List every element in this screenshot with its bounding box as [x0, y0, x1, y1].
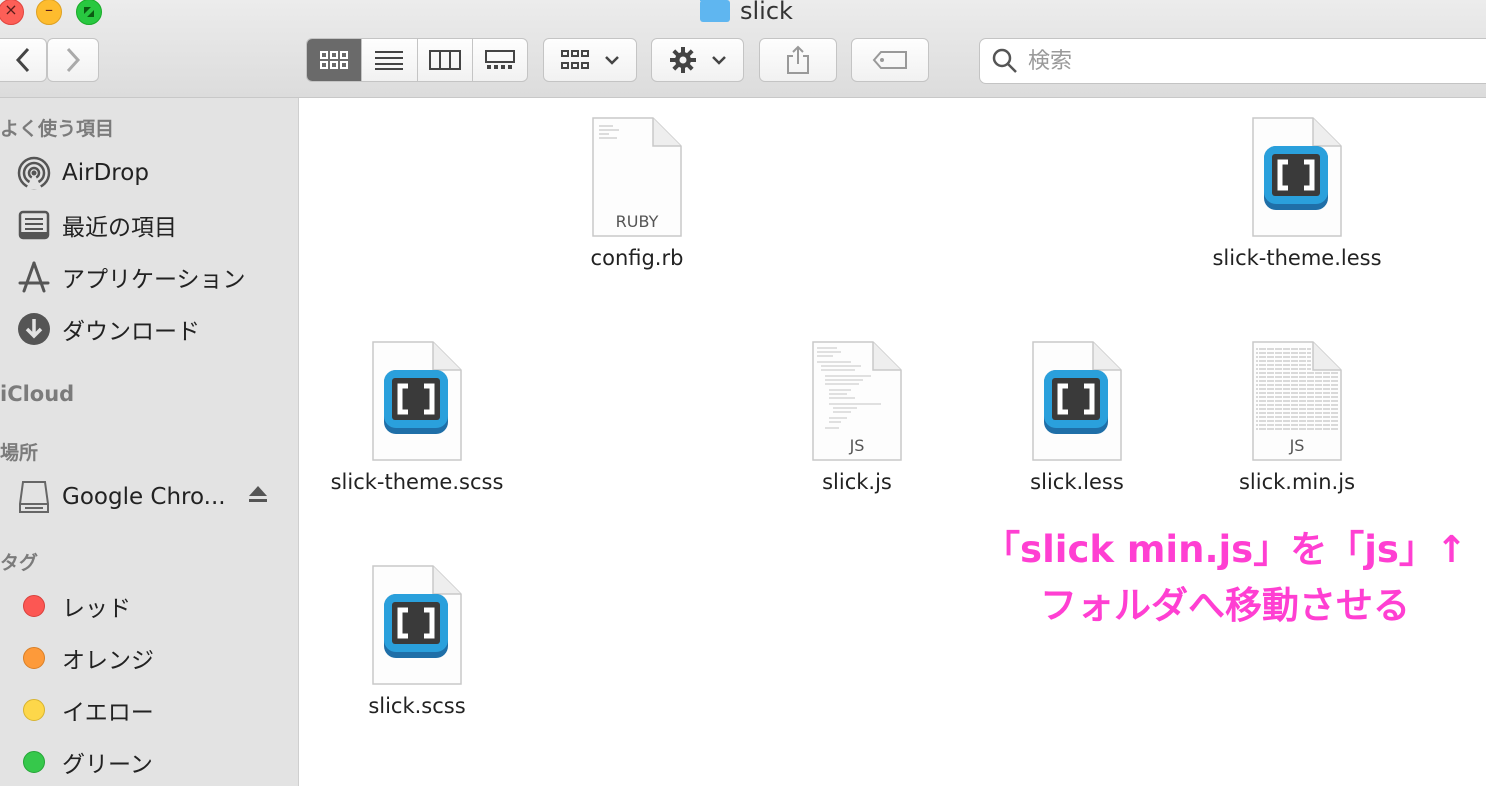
- brackets-file-icon: [371, 564, 463, 686]
- chevron-down-icon: [605, 56, 619, 65]
- sidebar-item-label: イエロー: [62, 700, 154, 726]
- file-item-slick-js[interactable]: JS slick.js: [757, 340, 957, 494]
- chevron-down-icon: [711, 56, 726, 65]
- columns-icon: [428, 50, 461, 70]
- js-file-icon: JS: [811, 340, 903, 462]
- view-mode-segmented-control: [306, 38, 528, 82]
- applications-icon: [16, 259, 52, 295]
- tag-color-dot: [23, 647, 45, 669]
- icloud-section-header: iCloud: [0, 382, 75, 406]
- sidebar-item-label: レッド: [62, 596, 131, 622]
- brackets-file-icon: [1031, 340, 1123, 462]
- file-name: slick.scss: [368, 694, 466, 718]
- chevron-left-icon: [15, 47, 30, 73]
- tag-color-dot: [23, 751, 45, 773]
- search-input[interactable]: [1026, 47, 1430, 75]
- forward-button[interactable]: [47, 38, 99, 82]
- icon-grid-icon: [320, 51, 349, 69]
- sidebar-item-tag-red[interactable]: レッド: [16, 586, 131, 626]
- sidebar-item-label: 最近の項目: [62, 215, 177, 241]
- sidebar-item-tag-orange[interactable]: オレンジ: [16, 638, 154, 678]
- file-name: config.rb: [590, 246, 684, 270]
- eject-button[interactable]: [248, 485, 268, 507]
- gear-icon: [669, 47, 696, 73]
- file-type-badge: JS: [1289, 436, 1305, 455]
- search-icon: [992, 48, 1017, 73]
- file-type-badge: JS: [849, 436, 865, 455]
- eject-icon: [249, 486, 267, 502]
- favorites-section-header: よく使う項目: [0, 118, 115, 140]
- sidebar-item-label: オレンジ: [62, 648, 154, 674]
- close-window-button[interactable]: ×: [0, 0, 24, 25]
- file-type-badge: RUBY: [615, 212, 659, 231]
- gallery-view-button[interactable]: [473, 39, 527, 81]
- brackets-file-icon: [1251, 116, 1343, 238]
- action-menu-button[interactable]: [651, 38, 744, 82]
- sidebar-item-label: ダウンロード: [62, 319, 200, 345]
- minimize-window-button[interactable]: –: [36, 0, 62, 25]
- downloads-icon: [16, 311, 52, 347]
- close-icon: ×: [4, 0, 18, 19]
- search-field[interactable]: [979, 38, 1486, 84]
- file-item-slick-scss[interactable]: slick.scss: [317, 564, 517, 718]
- column-view-button[interactable]: [418, 39, 473, 81]
- window-toolbar: × – slick: [0, 0, 1486, 98]
- list-icon: [375, 51, 404, 70]
- brackets-file-icon: [371, 340, 463, 462]
- sidebar-item-airdrop[interactable]: AirDrop: [16, 153, 149, 193]
- sidebar-item-tag-yellow[interactable]: イエロー: [16, 690, 154, 730]
- file-item-config-rb[interactable]: RUBY config.rb: [537, 116, 737, 270]
- sidebar-item-downloads[interactable]: ダウンロード: [16, 309, 200, 349]
- sidebar-item-tag-green[interactable]: グリーン: [16, 742, 153, 782]
- list-view-button[interactable]: [362, 39, 418, 81]
- chevron-right-icon: [66, 47, 81, 73]
- disk-icon: [16, 479, 52, 515]
- instruction-annotation: 「slick min.js」を「js」↑ フォルダへ移動させる: [980, 522, 1470, 634]
- locations-section-header: 場所: [0, 442, 39, 464]
- minimize-icon: –: [45, 0, 53, 19]
- annotation-line-2: フォルダへ移動させる: [1040, 584, 1410, 627]
- file-name: slick-theme.less: [1212, 246, 1382, 270]
- group-grid-icon: [561, 50, 589, 69]
- sidebar-item-label: グリーン: [62, 752, 153, 778]
- share-icon: [787, 45, 809, 74]
- tag-color-dot: [23, 595, 45, 617]
- file-name: slick-theme.scss: [330, 470, 504, 494]
- group-by-button[interactable]: [543, 38, 637, 82]
- folder-icon: [700, 0, 730, 22]
- file-item-slick-theme-less[interactable]: slick-theme.less: [1197, 116, 1397, 270]
- fullscreen-icon: [84, 7, 94, 17]
- recents-icon: [16, 207, 52, 243]
- back-button[interactable]: [0, 38, 47, 82]
- tag-color-dot: [23, 699, 45, 721]
- airdrop-icon: [16, 155, 52, 191]
- sidebar-item-label: AirDrop: [62, 160, 149, 186]
- file-name: slick.min.js: [1238, 470, 1356, 494]
- sidebar-item-recents[interactable]: 最近の項目: [16, 205, 177, 245]
- icon-view-button[interactable]: [307, 39, 363, 81]
- edit-tags-button[interactable]: [851, 38, 929, 82]
- file-name: slick.less: [1030, 470, 1124, 494]
- tag-icon: [872, 51, 907, 69]
- file-name: slick.js: [822, 470, 892, 494]
- ruby-file-icon: RUBY: [591, 116, 683, 238]
- file-item-slick-theme-scss[interactable]: slick-theme.scss: [317, 340, 517, 494]
- sidebar-item-google-chrome-disk[interactable]: Google Chro...: [16, 477, 226, 517]
- share-button[interactable]: [759, 38, 837, 82]
- gallery-icon: [484, 50, 515, 69]
- sidebar-item-label: Google Chro...: [62, 484, 226, 510]
- window-title-text: slick: [740, 0, 793, 25]
- tags-section-header: タグ: [0, 552, 39, 574]
- file-item-slick-less[interactable]: slick.less: [977, 340, 1177, 494]
- zoom-window-button[interactable]: [76, 0, 102, 25]
- js-file-icon: JS: [1251, 340, 1343, 462]
- sidebar: よく使う項目 AirDrop 最近の項目 アプリケーション ダウンロード iCl…: [0, 98, 299, 786]
- sidebar-item-applications[interactable]: アプリケーション: [16, 257, 246, 297]
- window-title: slick: [700, 0, 793, 26]
- annotation-line-1: 「slick min.js」を「js」↑: [983, 528, 1467, 571]
- file-item-slick-min-js[interactable]: JS slick.min.js: [1197, 340, 1397, 494]
- sidebar-item-label: アプリケーション: [62, 267, 246, 293]
